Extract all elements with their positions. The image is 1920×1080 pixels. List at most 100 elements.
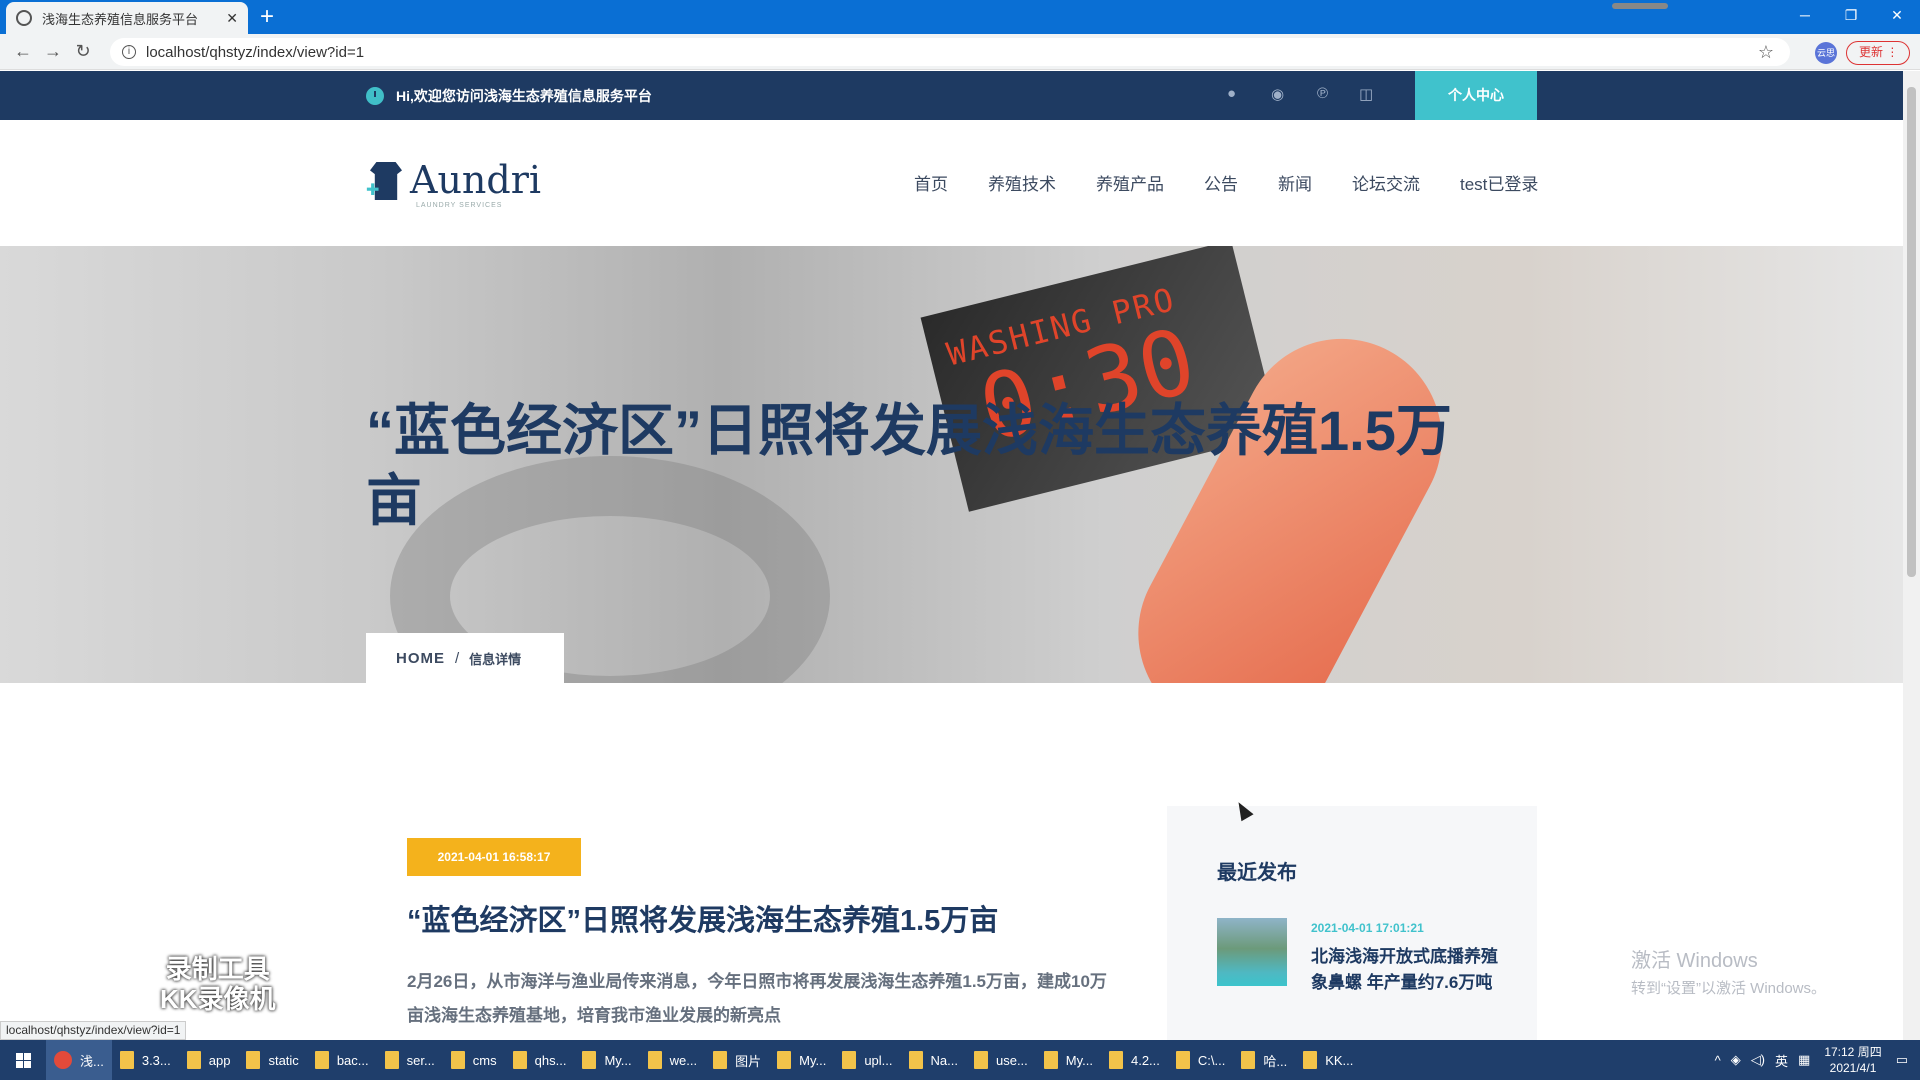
taskbar-item-label: 浅... — [80, 1053, 104, 1069]
taskbar-item-label: KK... — [1325, 1052, 1354, 1068]
site-logo[interactable]: ✚ Aundri LAUNDRY SERVICES — [366, 158, 541, 209]
globe-icon — [16, 10, 32, 26]
forward-icon[interactable]: → — [38, 41, 68, 62]
bookmark-star-icon[interactable]: ☆ — [1758, 42, 1774, 63]
restore-button[interactable]: ❐ — [1828, 0, 1874, 30]
tab-close-icon[interactable]: ✕ — [226, 10, 238, 27]
personal-center-button[interactable]: 个人中心 — [1415, 71, 1537, 120]
taskbar-item-label: 3.3... — [141, 1052, 171, 1068]
tab-title: 浅海生态养殖信息服务平台 — [42, 11, 199, 27]
taskbar-item[interactable]: qhs... — [505, 1040, 575, 1080]
taskbar-item[interactable]: 哈... — [1233, 1040, 1295, 1080]
watermark-line-2: KK录像机 — [160, 984, 276, 1014]
back-icon[interactable]: ← — [8, 41, 38, 62]
article-title: “蓝色经济区”日照将发展浅海生态养殖1.5万亩 — [407, 905, 999, 937]
folder-icon — [908, 1051, 923, 1069]
main-nav: 首页 养殖技术 养殖产品 公告 新闻 论坛交流 test已登录 — [914, 170, 1578, 195]
notification-icon[interactable]: ▭ — [1896, 1052, 1908, 1068]
article-date-badge: 2021-04-01 16:58:17 — [407, 838, 581, 876]
taskbar-item[interactable]: 3.3... — [112, 1040, 179, 1080]
taskbar-item-label: we... — [669, 1052, 698, 1068]
taskbar-clock[interactable]: 17:12 周四 2021/4/1 — [1824, 1044, 1881, 1076]
folder-icon — [713, 1051, 728, 1069]
qq-icon[interactable]: ● — [1227, 85, 1236, 102]
nav-home[interactable]: 首页 — [914, 170, 948, 195]
page-scrollbar[interactable] — [1903, 71, 1920, 1040]
taskbar-item[interactable]: cms — [443, 1040, 505, 1080]
recording-indicator — [1612, 3, 1668, 9]
url-input[interactable]: i localhost/qhstyz/index/view?id=1 ☆ — [110, 38, 1790, 66]
volume-icon[interactable]: ◁) — [1751, 1052, 1765, 1068]
top-info-bar: Hi,欢迎您访问浅海生态养殖信息服务平台 ● ◉ ℗ ◫ 个人中心 — [0, 71, 1903, 120]
folder-icon — [1303, 1051, 1318, 1069]
folder-icon — [777, 1051, 792, 1069]
activate-windows-notice: 激活 Windows 转到“设置”以激活 Windows。 — [1631, 944, 1826, 998]
reload-icon[interactable]: ↻ — [68, 41, 98, 62]
pinterest-icon[interactable]: ℗ — [1317, 85, 1328, 102]
tray-up-arrow-icon[interactable]: ^ — [1715, 1053, 1721, 1068]
taskbar-item[interactable]: app — [179, 1040, 239, 1080]
nav-breeding-tech[interactable]: 养殖技术 — [988, 170, 1056, 195]
folder-icon — [647, 1051, 662, 1069]
browser-tab[interactable]: 浅海生态养殖信息服务平台 ✕ — [6, 2, 248, 34]
taskbar-item-label: 图片 — [735, 1053, 762, 1069]
breadcrumb-separator: / — [455, 649, 460, 667]
taskbar-item[interactable]: bac... — [307, 1040, 377, 1080]
network-icon[interactable]: ◈ — [1731, 1052, 1741, 1068]
nav-news[interactable]: 新闻 — [1278, 170, 1312, 195]
profile-avatar[interactable]: 云思 — [1815, 42, 1837, 64]
wechat-icon[interactable]: ◉ — [1271, 85, 1284, 103]
post-thumbnail[interactable] — [1217, 918, 1287, 986]
taskbar-items: 浅... 3.3... app static bac... ser... cms qhs...… — [46, 1040, 1361, 1080]
taskbar-item[interactable]: ser... — [377, 1040, 443, 1080]
kebab-menu-icon: ⋮ — [1886, 45, 1899, 59]
taskbar-item-label: use... — [995, 1052, 1028, 1068]
taskbar-item[interactable]: we... — [640, 1040, 705, 1080]
minimize-button[interactable]: ─ — [1782, 0, 1828, 30]
activate-title: 激活 Windows — [1631, 950, 1758, 972]
taskbar-item[interactable]: 4.2... — [1101, 1040, 1168, 1080]
info-icon[interactable]: i — [122, 45, 136, 59]
folder-icon — [186, 1051, 201, 1069]
breadcrumb-home[interactable]: HOME — [396, 650, 445, 667]
folder-icon — [384, 1051, 399, 1069]
address-bar: ← → ↻ i localhost/qhstyz/index/view?id=1… — [0, 34, 1920, 70]
taskbar-item[interactable]: My... — [769, 1040, 834, 1080]
keyboard-icon[interactable]: ▦ — [1798, 1052, 1810, 1068]
taskbar-item-label: Na... — [930, 1052, 958, 1068]
taskbar-item[interactable]: static — [238, 1040, 306, 1080]
taskbar-item[interactable]: 图片 — [705, 1040, 769, 1080]
taskbar-item[interactable]: My... — [574, 1040, 639, 1080]
post-title-link[interactable]: 北海浅海开放式底播养殖象鼻螺 年产量约7.6万吨 — [1311, 944, 1501, 996]
taskbar-item[interactable]: 浅... — [46, 1040, 112, 1080]
nav-breeding-products[interactable]: 养殖产品 — [1096, 170, 1164, 195]
article-body: 2月26日，从市海洋与渔业局传来消息，今年日照市将再发展浅海生态养殖1.5万亩，… — [407, 972, 1107, 1025]
nav-announcements[interactable]: 公告 — [1204, 170, 1238, 195]
windows-start-icon[interactable] — [0, 1040, 46, 1080]
taskbar-item[interactable]: use... — [966, 1040, 1036, 1080]
ime-indicator[interactable]: 英 — [1775, 1051, 1788, 1070]
clock-icon — [366, 87, 384, 105]
update-button[interactable]: 更新 ⋮ — [1846, 41, 1910, 65]
taskbar-item[interactable]: Na... — [901, 1040, 966, 1080]
activate-hint: 转到“设置”以激活 Windows。 — [1631, 980, 1827, 997]
taskbar-item[interactable]: My... — [1036, 1040, 1101, 1080]
hero-banner: WASHING PRO 0:30 “蓝色经济区”日照将发展浅海生态养殖1.5万亩 — [0, 246, 1903, 683]
scrollbar-thumb[interactable] — [1907, 87, 1916, 577]
instagram-icon[interactable]: ◫ — [1359, 85, 1373, 103]
taskbar-item[interactable]: upl... — [834, 1040, 900, 1080]
recorder-watermark: 录制工具 KK录像机 — [160, 954, 276, 1014]
page-viewport: Hi,欢迎您访问浅海生态养殖信息服务平台 ● ◉ ℗ ◫ 个人中心 ✚ Aund… — [0, 71, 1903, 1040]
folder-icon — [1241, 1051, 1256, 1069]
taskbar-item-label: My... — [799, 1052, 827, 1068]
nav-user-status[interactable]: test已登录 — [1460, 170, 1538, 195]
folder-icon — [450, 1051, 465, 1069]
taskbar-item[interactable]: KK... — [1295, 1040, 1361, 1080]
folder-icon — [1175, 1051, 1190, 1069]
new-tab-button[interactable]: + — [260, 4, 274, 30]
folder-icon — [1043, 1051, 1058, 1069]
close-window-button[interactable]: ✕ — [1874, 0, 1920, 30]
taskbar-item[interactable]: C:\... — [1168, 1040, 1233, 1080]
nav-forum[interactable]: 论坛交流 — [1352, 170, 1420, 195]
taskbar-item-label: My... — [604, 1052, 632, 1068]
